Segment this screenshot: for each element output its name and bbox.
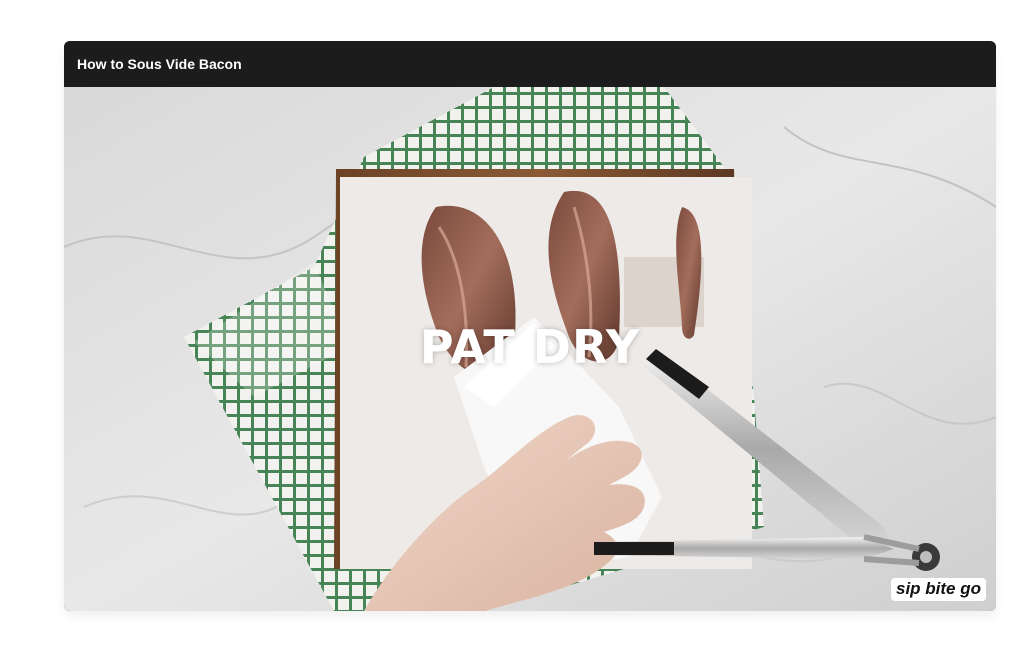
video-title[interactable]: How to Sous Vide Bacon <box>77 55 242 73</box>
video-player: How to Sous Vide Bacon PAT DRY sip bite … <box>64 41 996 611</box>
player-title-bar: How to Sous Vide Bacon <box>64 41 996 87</box>
channel-watermark: sip bite go <box>891 578 986 601</box>
video-frame[interactable]: PAT DRY sip bite go <box>64 87 996 611</box>
video-caption-overlay: PAT DRY <box>419 320 641 374</box>
